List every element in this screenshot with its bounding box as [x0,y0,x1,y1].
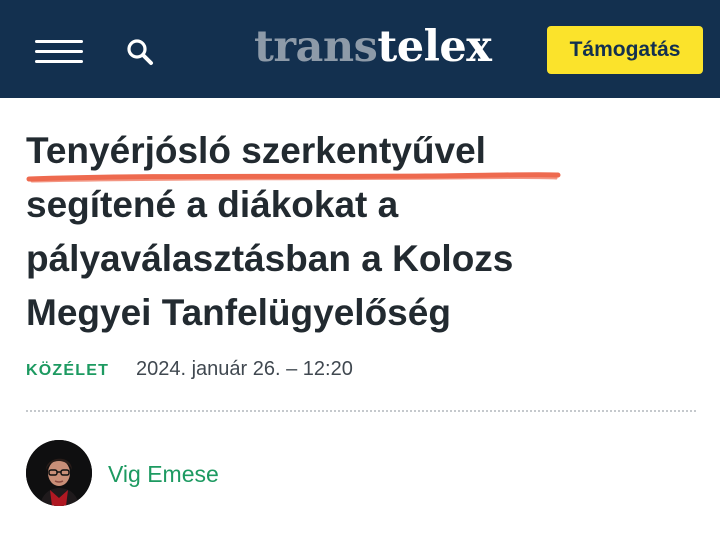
author-avatar[interactable] [26,440,92,506]
headline-line: Megyei Tanfelügyelőség [26,292,451,333]
menu-icon-bar [35,40,83,43]
menu-icon-bar [35,60,83,63]
highlight-underline [26,172,561,183]
article-headline: Tenyérjósló szerkentyűvel segítené a diá… [26,124,686,340]
publish-date: 2024. január 26. – 12:20 [136,358,353,380]
support-button[interactable]: Támogatás [547,26,703,74]
menu-icon[interactable] [35,38,83,64]
search-icon[interactable] [124,36,156,68]
menu-icon-bar [35,50,83,53]
category-link[interactable]: KÖZÉLET [26,362,109,380]
site-logo[interactable]: transtelex [254,22,492,72]
headline-line: pályaválasztásban a Kolozs [26,238,514,279]
logo-telex-text: telex [377,22,492,72]
top-navigation-bar: transtelex Támogatás [0,0,720,98]
logo-trans-text: trans [254,22,378,72]
dotted-divider [26,410,696,412]
author-name-link[interactable]: Vig Emese [108,461,219,488]
avatar-portrait [26,440,92,506]
search-icon-graphic [127,39,153,65]
